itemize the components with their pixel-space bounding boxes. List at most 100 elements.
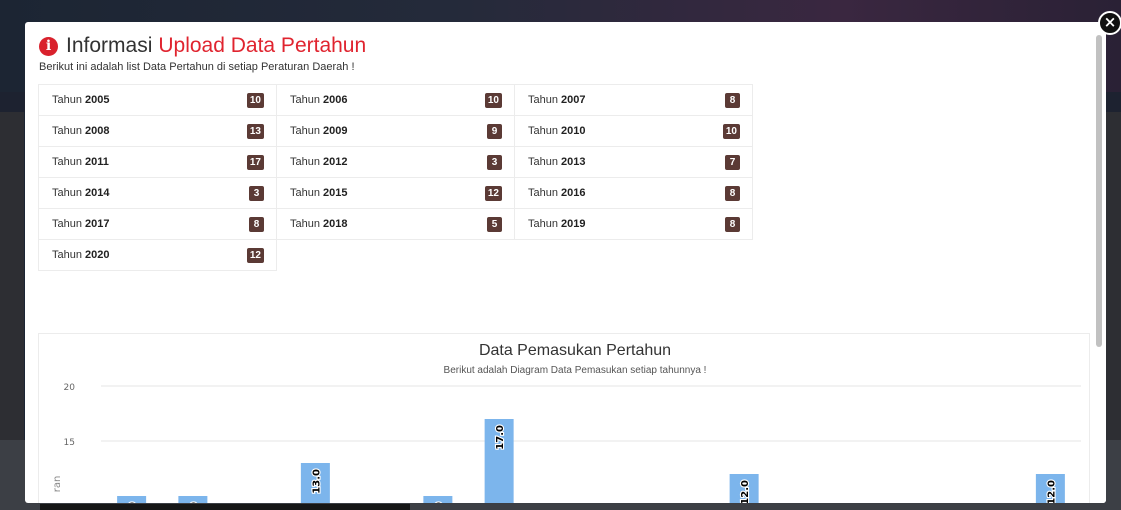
year-label: Tahun 2020 [52,249,110,261]
count-badge: 3 [487,154,502,170]
year-item-2013[interactable]: Tahun 2013 7 [514,146,753,178]
year-item-2011[interactable]: Tahun 2011 17 [38,146,277,178]
modal-title-accent: Upload Data Pertahun [158,34,367,57]
year-value: 2014 [85,187,110,199]
year-prefix: Tahun [290,125,320,137]
year-value: 2010 [561,125,586,137]
modal-title: Informasi [66,34,153,57]
year-item-2010[interactable]: Tahun 2010 10 [514,115,753,147]
year-item-2008[interactable]: Tahun 2008 13 [38,115,277,147]
year-value: 2016 [561,187,586,199]
year-value: 2009 [323,125,348,137]
year-value: 2018 [323,218,348,230]
year-item-2018[interactable]: Tahun 2018 5 [276,208,515,240]
year-prefix: Tahun [528,156,558,168]
data-label: 10.0 [128,502,139,503]
data-label: 10.0 [189,502,200,503]
scrollbar-track[interactable] [1091,22,1106,503]
year-value: 2015 [323,187,348,199]
close-button[interactable]: × [1098,11,1121,35]
year-item-2019[interactable]: Tahun 2019 8 [514,208,753,240]
data-label: 12.0 [1046,480,1057,503]
modal-header: i Informasi Upload Data Pertahun Berikut… [39,34,366,73]
count-badge: 17 [246,154,264,170]
year-label: Tahun 2010 [528,125,586,137]
data-label: 13.0 [311,469,322,494]
background-left [0,112,24,442]
year-list: Tahun 2005 10 Tahun 2006 10 Tahun 2007 8 Tahun… [38,84,753,271]
year-prefix: Tahun [290,187,320,199]
year-value: 2007 [561,94,586,106]
info-modal: i Informasi Upload Data Pertahun Berikut… [25,22,1106,503]
year-value: 2011 [85,156,109,168]
count-badge: 13 [246,123,264,139]
year-prefix: Tahun [528,125,558,137]
background-footer-bar [40,504,410,510]
year-prefix: Tahun [528,94,558,106]
year-label: Tahun 2016 [528,187,586,199]
year-label: Tahun 2015 [290,187,348,199]
year-label: Tahun 2014 [52,187,110,199]
year-item-2007[interactable]: Tahun 2007 8 [514,84,753,116]
year-prefix: Tahun [52,156,82,168]
chart-panel: Data Pemasukan Pertahun Berikut adalah Di… [38,333,1090,503]
count-badge: 12 [484,185,502,201]
year-label: Tahun 2013 [528,156,586,168]
modal-subtitle: Berikut ini adalah list Data Pertahun di… [39,61,355,73]
year-prefix: Tahun [528,187,558,199]
data-label: 12.0 [740,480,751,503]
y-axis-label: ran [52,476,63,493]
year-item-2012[interactable]: Tahun 2012 3 [276,146,515,178]
year-item-2014[interactable]: Tahun 2014 3 [38,177,277,209]
year-item-2009[interactable]: Tahun 2009 9 [276,115,515,147]
count-badge: 10 [722,123,740,139]
count-badge: 8 [725,92,740,108]
year-prefix: Tahun [52,94,82,106]
year-label: Tahun 2017 [52,218,110,230]
count-badge: 10 [484,92,502,108]
info-icon: i [39,36,58,56]
year-value: 2005 [85,94,110,106]
count-badge: 12 [246,247,264,263]
count-badge: 5 [487,216,502,232]
count-badge: 7 [725,154,740,170]
year-label: Tahun 2008 [52,125,110,137]
year-prefix: Tahun [52,187,82,199]
year-item-2015[interactable]: Tahun 2015 12 [276,177,515,209]
bar-2010 [423,496,453,503]
count-badge: 8 [249,216,264,232]
year-label: Tahun 2019 [528,218,586,230]
count-badge: 3 [249,185,264,201]
year-prefix: Tahun [290,94,320,106]
data-label: 17.0 [495,425,506,450]
year-value: 2012 [323,156,348,168]
year-label: Tahun 2006 [290,94,348,106]
count-badge: 10 [246,92,264,108]
year-item-2017[interactable]: Tahun 2017 8 [38,208,277,240]
year-label: Tahun 2012 [290,156,348,168]
year-label: Tahun 2011 [52,156,109,168]
year-item-2006[interactable]: Tahun 2006 10 [276,84,515,116]
year-value: 2020 [85,249,110,261]
year-label: Tahun 2007 [528,94,586,106]
chart-subtitle: Berikut adalah Diagram Data Pemasukan se… [444,365,707,376]
y-tick-label: 15 [64,438,75,448]
year-label: Tahun 2005 [52,94,110,106]
year-prefix: Tahun [52,125,82,137]
year-value: 2017 [85,218,110,230]
year-prefix: Tahun [290,218,320,230]
count-badge: 9 [487,123,502,139]
count-badge: 8 [725,185,740,201]
bar-2005 [117,496,147,503]
modal-title-row: i Informasi Upload Data Pertahun [39,34,366,58]
year-value: 2006 [323,94,348,106]
year-label: Tahun 2009 [290,125,348,137]
year-value: 2013 [561,156,586,168]
year-value: 2019 [561,218,586,230]
year-label: Tahun 2018 [290,218,348,230]
year-item-2005[interactable]: Tahun 2005 10 [38,84,277,116]
income-chart: Data Pemasukan Pertahun Berikut adalah Di… [52,342,1081,503]
year-item-2016[interactable]: Tahun 2016 8 [514,177,753,209]
scrollbar-thumb[interactable] [1096,35,1102,347]
year-item-2020[interactable]: Tahun 2020 12 [38,239,277,271]
